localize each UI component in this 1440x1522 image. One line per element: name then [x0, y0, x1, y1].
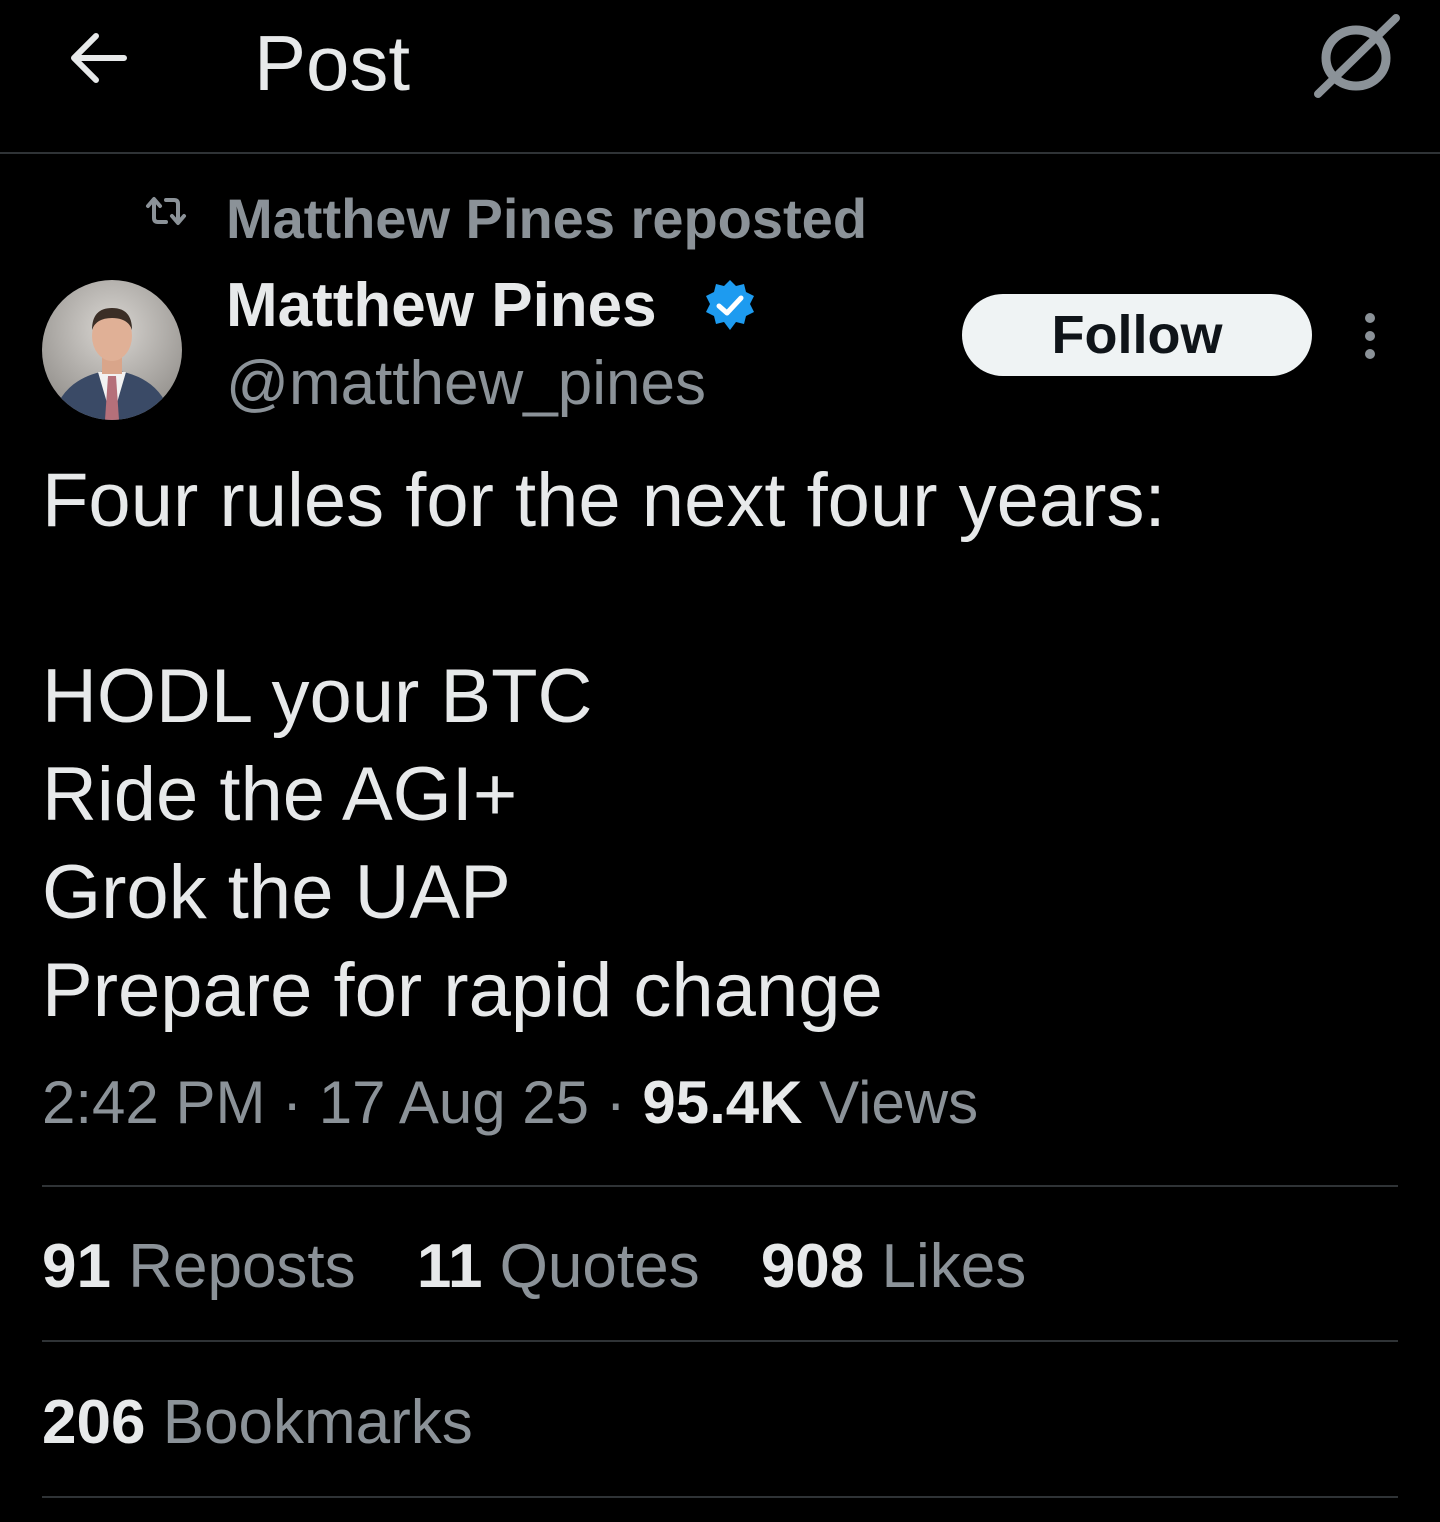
quotes-stat[interactable]: 11 Quotes — [417, 1230, 700, 1304]
engagement-stats: 91 Reposts 11 Quotes 908 Likes — [42, 1230, 1070, 1304]
bookmarks-count: 206 — [42, 1388, 146, 1457]
meta-separator: · — [605, 1069, 626, 1136]
reposts-stat[interactable]: 91 Reposts — [42, 1230, 356, 1304]
author-name[interactable]: Matthew Pines — [226, 270, 657, 342]
repost-icon — [144, 194, 188, 228]
header-divider — [0, 152, 1440, 154]
post-line: Grok the UAP — [42, 850, 511, 935]
quotes-label: Quotes — [499, 1232, 700, 1301]
divider — [42, 1185, 1398, 1187]
page-title: Post — [254, 19, 411, 107]
bookmarks-stat[interactable]: 206 Bookmarks — [42, 1386, 473, 1460]
post-line — [42, 550, 1402, 648]
post-meta: 2:42 PM · 17 Aug 25 · 95.4K Views — [42, 1066, 978, 1140]
post-text: Four rules for the next four years: HODL… — [42, 452, 1402, 1040]
verified-badge-icon — [702, 278, 758, 334]
arrow-left-icon — [71, 33, 127, 83]
more-vertical-icon — [1365, 313, 1375, 359]
back-button[interactable] — [62, 22, 134, 94]
likes-count: 908 — [760, 1232, 865, 1301]
reposts-label: Reposts — [128, 1232, 356, 1301]
top-bar: Post — [0, 0, 1440, 152]
follow-button[interactable]: Follow — [962, 294, 1312, 376]
views-label: Views — [819, 1069, 979, 1136]
divider — [42, 1340, 1398, 1342]
quotes-count: 11 — [416, 1232, 483, 1301]
avatar[interactable] — [42, 280, 182, 420]
post-line: Ride the AGI+ — [42, 752, 518, 837]
repost-context-label[interactable]: Matthew Pines reposted — [226, 186, 867, 252]
author-handle[interactable]: @matthew_pines — [226, 348, 706, 420]
post-line: HODL your BTC — [42, 654, 593, 739]
post-date[interactable]: 17 Aug 25 — [319, 1069, 589, 1136]
likes-label: Likes — [881, 1232, 1027, 1301]
post-detail-page: Post Matthew Pines reposted Matthew Pine… — [0, 0, 1440, 1522]
likes-stat[interactable]: 908 Likes — [761, 1230, 1026, 1304]
reposts-count: 91 — [42, 1232, 111, 1301]
grok-icon — [1314, 14, 1400, 98]
post-line: Prepare for rapid change — [42, 948, 883, 1033]
post-line: Four rules for the next four years: — [42, 458, 1166, 543]
divider — [42, 1496, 1398, 1498]
meta-separator: · — [282, 1069, 303, 1136]
post-time[interactable]: 2:42 PM — [42, 1069, 265, 1136]
views-count: 95.4K — [642, 1069, 803, 1136]
grok-button[interactable] — [1308, 14, 1400, 98]
bookmarks-label: Bookmarks — [162, 1388, 473, 1457]
more-options-button[interactable] — [1348, 308, 1392, 364]
